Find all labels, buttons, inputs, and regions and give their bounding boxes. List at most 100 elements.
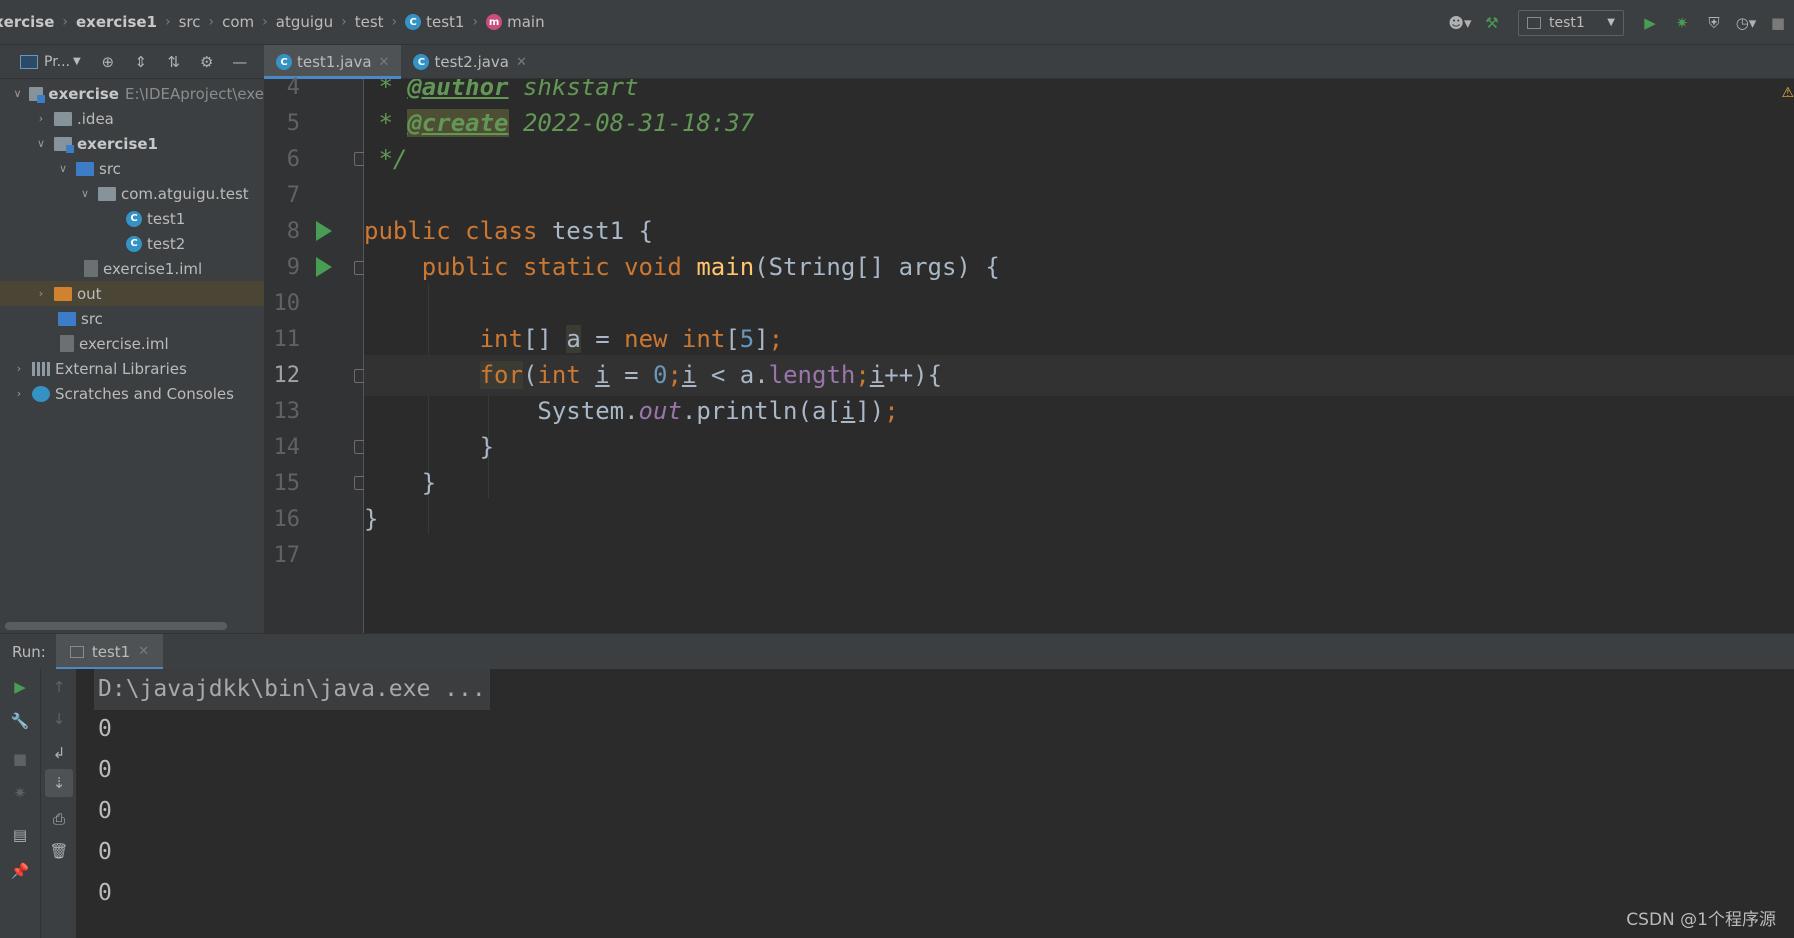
project-view-selector[interactable]: Pr... ▼ (20, 54, 81, 70)
source-folder-icon (58, 311, 76, 326)
watermark: CSDN @1个程序源 (1626, 910, 1776, 930)
hide-icon[interactable]: — (229, 51, 251, 73)
module-folder-icon (54, 136, 74, 153)
stop-icon[interactable]: ■ (1765, 10, 1791, 36)
project-tree: ∨ exercise E:\IDEAproject\exe › .idea ∨ … (0, 79, 264, 633)
method-icon: m (486, 14, 503, 30)
chevron-right-icon[interactable]: › (34, 287, 48, 300)
tree-item-out[interactable]: › out (0, 281, 264, 306)
pin-icon[interactable]: 📌 (10, 861, 30, 881)
scroll-to-end-icon[interactable]: ⇣ (45, 769, 73, 797)
chevron-right-icon: › (341, 14, 347, 30)
code-line-15: } (364, 469, 437, 497)
chevron-down-icon[interactable]: ∨ (12, 87, 23, 100)
code-editor[interactable]: ⚠ * @author shkstart * @create 2022-08-3… (364, 79, 1794, 633)
profile-icon[interactable]: ◷▾ (1733, 10, 1759, 36)
console-output-line: 0 (98, 880, 112, 906)
chevron-down-icon[interactable]: ∨ (56, 162, 70, 175)
collapse-all-icon[interactable]: ⇅ (163, 51, 185, 73)
run-main-gutter-icon[interactable] (316, 257, 332, 277)
chevron-right-icon[interactable]: › (12, 387, 26, 400)
breadcrumb-item-test[interactable]: test (355, 13, 384, 31)
line-number-current: 12 (273, 363, 301, 388)
run-class-gutter-icon[interactable] (316, 221, 332, 241)
class-icon: C (126, 235, 142, 252)
run-configuration-select[interactable]: test1 ▼ (1518, 9, 1624, 36)
tree-item-exercise1-iml[interactable]: exercise1.iml (0, 256, 264, 281)
tree-item-exercise[interactable]: ∨ exercise E:\IDEAproject\exe (0, 81, 264, 106)
project-icon (20, 54, 38, 69)
expand-all-icon[interactable]: ⇕ (130, 51, 152, 73)
console-output-line: 0 (98, 716, 112, 742)
close-icon[interactable]: ✕ (516, 55, 527, 70)
console-command-line[interactable]: D:\javajdkk\bin\java.exe ... (94, 669, 490, 710)
tree-item-idea[interactable]: › .idea (0, 106, 264, 131)
chevron-down-icon[interactable]: ∨ (34, 137, 48, 150)
tree-item-test2[interactable]: C test2 (0, 231, 264, 256)
locate-icon[interactable]: ⊕ (97, 51, 119, 73)
arrow-up-icon[interactable]: ↑ (49, 677, 69, 697)
iml-file-icon (60, 335, 74, 352)
close-icon[interactable]: ✕ (379, 55, 390, 70)
run-icon[interactable]: ▶ (1637, 10, 1663, 36)
code-line-11: int[] a = new int[5]; (479, 325, 784, 353)
tree-item-exercise1[interactable]: ∨ exercise1 (0, 131, 264, 156)
layout-icon[interactable]: ▤ (10, 825, 30, 845)
console-output[interactable]: D:\javajdkk\bin\java.exe ... 0 0 0 0 0 (76, 669, 1794, 938)
rerun-icon[interactable]: ▶ (10, 677, 30, 697)
line-number: 13 (273, 399, 301, 424)
line-number: 7 (286, 183, 300, 208)
stop-icon[interactable]: ■ (10, 749, 30, 769)
debug-icon[interactable]: ✷ (10, 783, 30, 803)
arrow-down-icon[interactable]: ↓ (49, 709, 69, 729)
tree-item-label: test2 (147, 234, 186, 253)
run-panel-label: Run: (12, 642, 46, 661)
run-config-label: test1 (1549, 14, 1585, 31)
coverage-icon[interactable]: ⛨ (1701, 10, 1727, 36)
breadcrumb-item-project[interactable]: xercise (0, 13, 54, 31)
line-number: 4 (286, 75, 300, 100)
chevron-right-icon[interactable]: › (34, 112, 48, 125)
user-icon[interactable]: ☻▾ (1447, 10, 1473, 36)
tree-item-test1[interactable]: C test1 (0, 206, 264, 231)
breadcrumb-item-src[interactable]: src (179, 13, 201, 31)
tree-item-package[interactable]: ∨ com.atguigu.test (0, 181, 264, 206)
tab-test2-java[interactable]: C test2.java ✕ (401, 45, 538, 79)
horizontal-scrollbar[interactable] (5, 622, 227, 630)
class-icon: C (413, 54, 430, 70)
tree-item-external-libraries[interactable]: › External Libraries (0, 356, 264, 381)
wrench-icon[interactable]: 🔧 (10, 711, 30, 731)
line-number: 17 (273, 543, 301, 568)
debug-icon[interactable]: ✷ (1669, 10, 1695, 36)
chevron-down-icon: ▼ (1607, 17, 1615, 28)
iml-file-icon (84, 260, 98, 277)
close-icon[interactable]: ✕ (138, 644, 149, 659)
breadcrumb-item-method[interactable]: m main (486, 13, 545, 31)
tree-item-src[interactable]: ∨ src (0, 156, 264, 181)
build-hammer-icon[interactable]: ⚒ (1479, 10, 1505, 36)
chevron-down-icon[interactable]: ∨ (78, 187, 92, 200)
soft-wrap-icon[interactable]: ↲ (49, 743, 69, 763)
breadcrumb-item-com[interactable]: com (222, 13, 254, 31)
tree-item-label: exercise (48, 84, 119, 103)
line-number: 14 (273, 435, 301, 460)
tree-item-scratches[interactable]: › Scratches and Consoles (0, 381, 264, 406)
tree-item-label: test1 (147, 209, 186, 228)
gear-icon[interactable]: ⚙ (196, 51, 218, 73)
tree-item-src-root[interactable]: src (0, 306, 264, 331)
print-icon[interactable]: ⎙ (49, 809, 69, 829)
tree-item-label: Scratches and Consoles (55, 384, 234, 403)
breadcrumb-item-module[interactable]: exercise1 (76, 13, 157, 31)
tree-item-label: exercise.iml (79, 334, 169, 353)
module-folder-icon (29, 86, 46, 103)
run-panel-header: Run: test1 ✕ (0, 633, 1794, 670)
breadcrumb-item-atguigu[interactable]: atguigu (276, 13, 333, 31)
code-line-16: } (364, 505, 379, 533)
console-output-line: 0 (98, 757, 112, 783)
run-tab-test1[interactable]: test1 ✕ (55, 633, 164, 670)
trash-icon[interactable]: 🗑 (49, 841, 69, 861)
tree-item-exercise-iml[interactable]: exercise.iml (0, 331, 264, 356)
chevron-right-icon[interactable]: › (12, 362, 26, 375)
breadcrumb-item-class[interactable]: Ctest1 (405, 13, 464, 31)
source-folder-icon (76, 161, 94, 176)
